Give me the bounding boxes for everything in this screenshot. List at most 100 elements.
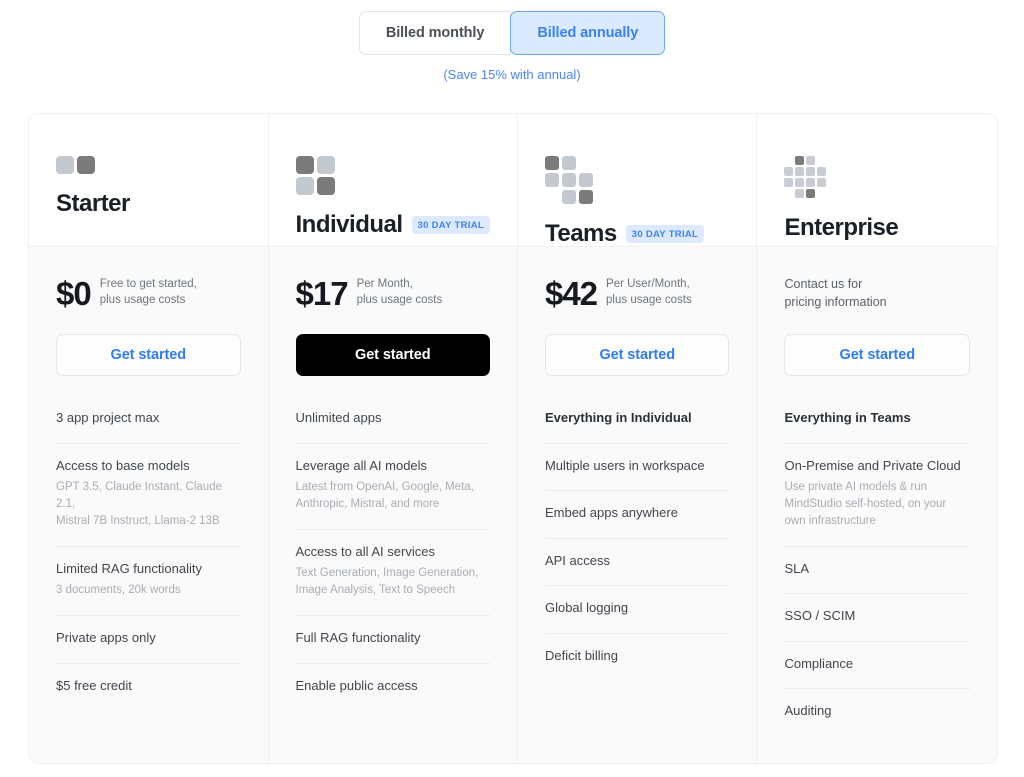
feature-title: Access to all AI services — [295, 543, 435, 559]
icon-cell — [295, 156, 314, 174]
contact-pricing-text: Contact us for pricing information — [784, 277, 887, 309]
icon-cell — [795, 167, 805, 176]
feature-item: Everything in Teams — [784, 403, 970, 444]
icon-cell — [578, 190, 593, 204]
icon-cell — [316, 177, 335, 195]
trial-badge: 30 DAY TRIAL — [411, 216, 490, 234]
feature-item: API access — [544, 539, 730, 587]
feature-title: On-Premise and Private Cloud — [784, 457, 961, 473]
feature-title: Compliance — [784, 655, 854, 671]
annual-savings-note: (Save 15% with annual) — [443, 67, 581, 82]
icon-cell — [817, 167, 827, 176]
feature-item: Everything in Individual — [544, 403, 730, 444]
feature-item: Embed apps anywhere — [544, 491, 730, 539]
feature-title: Full RAG functionality — [295, 630, 421, 646]
pricing-card-starter: Starter $0 Free to get started, plus usage… — [29, 114, 269, 763]
feature-list: Everything in Individual Multiple users i… — [544, 403, 730, 681]
plan-name: Starter — [56, 190, 130, 217]
card-body: $17 Per Month, plus usage costs Get starte… — [268, 247, 517, 763]
plan-name: Teams — [544, 220, 617, 247]
icon-cell — [578, 173, 593, 187]
feature-item: Global logging — [544, 586, 730, 634]
feature-item: Access to all AI services Text Generation… — [295, 530, 490, 617]
feature-title: Deficit billing — [544, 647, 618, 663]
feature-item: Auditing — [784, 689, 970, 736]
price-amount: $42 — [544, 274, 598, 312]
feature-item: $5 free credit — [56, 664, 241, 711]
feature-item: Enable public access — [296, 664, 490, 711]
feature-item: Leverage all AI models Latest from OpenAI… — [295, 444, 490, 530]
feature-list: Unlimited apps Leverage all AI models Late… — [295, 403, 490, 711]
get-started-button-individual[interactable]: Get started — [295, 334, 490, 376]
icon-cell — [544, 173, 559, 187]
card-header: Teams 30 DAY TRIAL — [517, 114, 757, 248]
feature-description: Latest from OpenAI, Google, Meta, Anthro… — [295, 481, 474, 510]
plan-title-row: Enterprise — [784, 214, 970, 242]
icon-cell — [784, 156, 793, 165]
feature-item: Full RAG functionality — [295, 616, 490, 664]
icon-cell — [544, 156, 559, 170]
icon-cell — [77, 156, 95, 174]
icon-cell — [806, 178, 816, 187]
feature-title: Access to base models — [56, 457, 190, 473]
feature-item: Multiple users in workspace — [544, 444, 730, 492]
get-started-button-starter[interactable]: Get started — [56, 334, 241, 376]
card-header: Enterprise — [757, 114, 997, 247]
feature-item: Private apps only — [56, 616, 241, 664]
trial-badge: 30 DAY TRIAL — [625, 225, 705, 243]
billed-annually-button[interactable]: Billed annually — [510, 11, 666, 55]
icon-cell — [316, 156, 335, 174]
plan-title-row: Individual 30 DAY TRIAL — [296, 211, 490, 239]
icon-cell — [579, 156, 593, 170]
plan-name: Individual — [295, 211, 404, 238]
feature-title: 3 app project max — [56, 410, 160, 425]
billing-toggle-group[interactable]: Billed monthly Billed annually — [358, 11, 666, 55]
feature-item: Limited RAG functionality 3 documents, 20… — [56, 547, 241, 617]
icon-cell — [795, 178, 805, 187]
card-body: $0 Free to get started, plus usage costs G… — [29, 247, 268, 763]
icon-cell — [795, 156, 805, 165]
icon-cell — [784, 178, 794, 187]
feature-title: Multiple users in workspace — [544, 457, 705, 473]
feature-title: Embed apps anywhere — [544, 505, 678, 521]
card-body: $42 Per User/Month, plus usage costs Get s… — [517, 247, 757, 763]
price-subtext: Per User/Month, plus usage costs — [606, 278, 692, 306]
feature-title: SSO / SCIM — [784, 608, 856, 624]
feature-title: $5 free credit — [56, 677, 132, 693]
feature-title: Global logging — [544, 600, 629, 616]
icon-cell — [784, 189, 793, 198]
feature-item: 3 app project max — [56, 403, 241, 444]
icon-cell — [545, 190, 559, 204]
staggered-squares-icon — [544, 156, 730, 204]
billing-toggle-section: Billed monthly Billed annually (Save 15%… — [0, 0, 1024, 82]
card-header: Starter — [29, 114, 268, 247]
plan-title-row: Teams 30 DAY TRIAL — [545, 220, 730, 248]
get-started-button-teams[interactable]: Get started — [544, 334, 730, 376]
icon-cell — [817, 178, 827, 187]
card-body: Contact us for pricing information Get st… — [757, 247, 997, 763]
card-header: Individual 30 DAY TRIAL — [268, 114, 517, 247]
price-subtext: Per Month, plus usage costs — [356, 278, 443, 306]
icon-cell — [56, 156, 74, 174]
grid-cluster-icon — [784, 156, 970, 198]
feature-item: Access to base models GPT 3.5, Claude Ins… — [56, 444, 241, 547]
get-started-button-enterprise[interactable]: Get started — [784, 334, 970, 376]
billed-monthly-button[interactable]: Billed monthly — [358, 11, 512, 55]
feature-item: Deficit billing — [545, 634, 730, 681]
feature-description: Text Generation, Image Generation, Image… — [295, 567, 479, 597]
feature-title: Unlimited apps — [295, 410, 382, 425]
icon-cell — [817, 189, 826, 198]
feature-item: SSO / SCIM — [784, 594, 970, 642]
feature-title: Private apps only — [56, 630, 156, 646]
four-squares-grid-icon — [295, 156, 490, 195]
icon-cell — [806, 189, 816, 198]
icon-cell — [806, 167, 816, 176]
price-subtext: Free to get started, plus usage costs — [99, 278, 197, 306]
plan-name: Enterprise — [784, 214, 899, 241]
icon-cell — [784, 167, 794, 176]
feature-item: Unlimited apps — [295, 403, 490, 444]
feature-title: Enable public access — [295, 677, 418, 693]
icon-cell — [561, 173, 576, 187]
feature-title: Auditing — [784, 703, 832, 719]
feature-title: API access — [544, 552, 610, 568]
